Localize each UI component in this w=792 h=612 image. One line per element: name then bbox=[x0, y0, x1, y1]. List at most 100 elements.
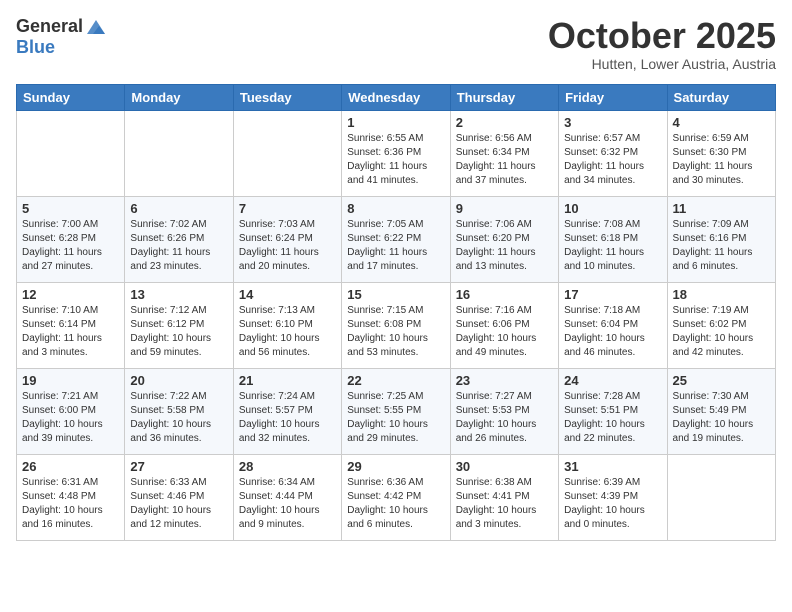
day-info: Sunrise: 7:05 AM Sunset: 6:22 PM Dayligh… bbox=[347, 218, 444, 274]
day-info: Sunrise: 7:27 AM Sunset: 5:53 PM Dayligh… bbox=[456, 390, 553, 446]
calendar-cell: 21Sunrise: 7:24 AM Sunset: 5:57 PM Dayli… bbox=[233, 368, 341, 454]
calendar-cell: 29 Sunrise: 6:36 AM Sunset: 4:42 PM Dayli… bbox=[342, 454, 450, 540]
calendar-cell: 9Sunrise: 7:06 AM Sunset: 6:20 PM Daylig… bbox=[450, 196, 558, 282]
calendar-cell: 17 Sunrise: 7:18 AM Sunset: 6:04 PM Dayli… bbox=[559, 282, 667, 368]
day-info: Sunrise: 7:16 AM Sunset: 6:06 PM Dayligh… bbox=[456, 304, 553, 360]
day-number: 7 bbox=[239, 201, 336, 216]
logo-general-text: General bbox=[16, 17, 83, 37]
day-info: Sunrise: 7:09 AM Sunset: 6:16 PM Dayligh… bbox=[673, 218, 770, 274]
calendar-cell: 8 Sunrise: 7:05 AM Sunset: 6:22 PM Daylig… bbox=[342, 196, 450, 282]
day-number: 13 bbox=[130, 287, 227, 302]
day-info: Sunrise: 6:38 AM Sunset: 4:41 PM Dayligh… bbox=[456, 476, 553, 532]
day-number: 12 bbox=[22, 287, 119, 302]
day-number: 17 bbox=[564, 287, 661, 302]
calendar-cell: 12 Sunrise: 7:10 AM Sunset: 6:14 PM Dayli… bbox=[17, 282, 125, 368]
calendar-cell: 16 Sunrise: 7:16 AM Sunset: 6:06 PM Dayli… bbox=[450, 282, 558, 368]
calendar-cell: 2 Sunrise: 6:56 AM Sunset: 6:34 PM Daylig… bbox=[450, 110, 558, 196]
calendar-cell: 1 Sunrise: 6:55 AM Sunset: 6:36 PM Daylig… bbox=[342, 110, 450, 196]
calendar-cell: 26 Sunrise: 6:31 AM Sunset: 4:48 PM Dayli… bbox=[17, 454, 125, 540]
day-number: 30 bbox=[456, 459, 553, 474]
day-info: Sunrise: 6:36 AM Sunset: 4:42 PM Dayligh… bbox=[347, 476, 444, 532]
day-number: 5 bbox=[22, 201, 119, 216]
day-info: Sunrise: 6:33 AM Sunset: 4:46 PM Dayligh… bbox=[130, 476, 227, 532]
day-info: Sunrise: 7:00 AM Sunset: 6:28 PM Dayligh… bbox=[22, 218, 119, 274]
day-info: Sunrise: 7:12 AM Sunset: 6:12 PM Dayligh… bbox=[130, 304, 227, 360]
day-info: Sunrise: 7:03 AM Sunset: 6:24 PM Dayligh… bbox=[239, 218, 336, 274]
day-number: 2 bbox=[456, 115, 553, 130]
day-info: Sunrise: 7:06 AM Sunset: 6:20 PM Dayligh… bbox=[456, 218, 553, 274]
calendar-cell: 15 Sunrise: 7:15 AM Sunset: 6:08 PM Dayli… bbox=[342, 282, 450, 368]
day-info: Sunrise: 7:15 AM Sunset: 6:08 PM Dayligh… bbox=[347, 304, 444, 360]
logo-blue-text: Blue bbox=[16, 38, 107, 58]
day-info: Sunrise: 7:13 AM Sunset: 6:10 PM Dayligh… bbox=[239, 304, 336, 360]
calendar-cell: 22 Sunrise: 7:25 AM Sunset: 5:55 PM Dayli… bbox=[342, 368, 450, 454]
day-number: 8 bbox=[347, 201, 444, 216]
col-header-monday: Monday bbox=[125, 84, 233, 110]
calendar-cell bbox=[125, 110, 233, 196]
day-info: Sunrise: 7:18 AM Sunset: 6:04 PM Dayligh… bbox=[564, 304, 661, 360]
day-number: 27 bbox=[130, 459, 227, 474]
day-info: Sunrise: 7:02 AM Sunset: 6:26 PM Dayligh… bbox=[130, 218, 227, 274]
month-title: October 2025 bbox=[548, 16, 776, 56]
day-number: 18 bbox=[673, 287, 770, 302]
day-info: Sunrise: 6:56 AM Sunset: 6:34 PM Dayligh… bbox=[456, 132, 553, 188]
day-number: 10 bbox=[564, 201, 661, 216]
calendar-header-row: SundayMondayTuesdayWednesdayThursdayFrid… bbox=[17, 84, 776, 110]
day-number: 29 bbox=[347, 459, 444, 474]
col-header-friday: Friday bbox=[559, 84, 667, 110]
day-number: 24 bbox=[564, 373, 661, 388]
calendar-week-row: 12 Sunrise: 7:10 AM Sunset: 6:14 PM Dayli… bbox=[17, 282, 776, 368]
calendar-cell: 5 Sunrise: 7:00 AM Sunset: 6:28 PM Daylig… bbox=[17, 196, 125, 282]
day-number: 19 bbox=[22, 373, 119, 388]
day-info: Sunrise: 6:59 AM Sunset: 6:30 PM Dayligh… bbox=[673, 132, 770, 188]
day-info: Sunrise: 7:28 AM Sunset: 5:51 PM Dayligh… bbox=[564, 390, 661, 446]
calendar-table: SundayMondayTuesdayWednesdayThursdayFrid… bbox=[16, 84, 776, 541]
calendar-cell: 3 Sunrise: 6:57 AM Sunset: 6:32 PM Daylig… bbox=[559, 110, 667, 196]
day-info: Sunrise: 6:55 AM Sunset: 6:36 PM Dayligh… bbox=[347, 132, 444, 188]
day-info: Sunrise: 7:30 AM Sunset: 5:49 PM Dayligh… bbox=[673, 390, 770, 446]
calendar-cell: 18 Sunrise: 7:19 AM Sunset: 6:02 PM Dayli… bbox=[667, 282, 775, 368]
col-header-thursday: Thursday bbox=[450, 84, 558, 110]
calendar-cell: 25 Sunrise: 7:30 AM Sunset: 5:49 PM Dayli… bbox=[667, 368, 775, 454]
day-info: Sunrise: 7:25 AM Sunset: 5:55 PM Dayligh… bbox=[347, 390, 444, 446]
day-number: 21 bbox=[239, 373, 336, 388]
calendar-cell bbox=[233, 110, 341, 196]
day-number: 11 bbox=[673, 201, 770, 216]
day-number: 1 bbox=[347, 115, 444, 130]
day-info: Sunrise: 6:39 AM Sunset: 4:39 PM Dayligh… bbox=[564, 476, 661, 532]
location-text: Hutten, Lower Austria, Austria bbox=[548, 56, 776, 72]
calendar-cell: 27 Sunrise: 6:33 AM Sunset: 4:46 PM Dayli… bbox=[125, 454, 233, 540]
calendar-week-row: 26 Sunrise: 6:31 AM Sunset: 4:48 PM Dayli… bbox=[17, 454, 776, 540]
calendar-cell: 13 Sunrise: 7:12 AM Sunset: 6:12 PM Dayli… bbox=[125, 282, 233, 368]
day-info: Sunrise: 7:08 AM Sunset: 6:18 PM Dayligh… bbox=[564, 218, 661, 274]
col-header-saturday: Saturday bbox=[667, 84, 775, 110]
day-info: Sunrise: 6:34 AM Sunset: 4:44 PM Dayligh… bbox=[239, 476, 336, 532]
calendar-cell: 20 Sunrise: 7:22 AM Sunset: 5:58 PM Dayli… bbox=[125, 368, 233, 454]
calendar-cell: 11 Sunrise: 7:09 AM Sunset: 6:16 PM Dayli… bbox=[667, 196, 775, 282]
calendar-cell: 14 Sunrise: 7:13 AM Sunset: 6:10 PM Dayli… bbox=[233, 282, 341, 368]
calendar-cell: 10 Sunrise: 7:08 AM Sunset: 6:18 PM Dayli… bbox=[559, 196, 667, 282]
calendar-cell bbox=[667, 454, 775, 540]
day-number: 25 bbox=[673, 373, 770, 388]
day-number: 14 bbox=[239, 287, 336, 302]
calendar-cell: 4Sunrise: 6:59 AM Sunset: 6:30 PM Daylig… bbox=[667, 110, 775, 196]
day-number: 20 bbox=[130, 373, 227, 388]
calendar-cell: 31 Sunrise: 6:39 AM Sunset: 4:39 PM Dayli… bbox=[559, 454, 667, 540]
day-number: 26 bbox=[22, 459, 119, 474]
page-header: General Blue October 2025 Hutten, Lower … bbox=[16, 16, 776, 72]
day-info: Sunrise: 6:31 AM Sunset: 4:48 PM Dayligh… bbox=[22, 476, 119, 532]
day-info: Sunrise: 7:10 AM Sunset: 6:14 PM Dayligh… bbox=[22, 304, 119, 360]
calendar-cell: 23Sunrise: 7:27 AM Sunset: 5:53 PM Dayli… bbox=[450, 368, 558, 454]
calendar-cell: 19Sunrise: 7:21 AM Sunset: 6:00 PM Dayli… bbox=[17, 368, 125, 454]
day-info: Sunrise: 6:57 AM Sunset: 6:32 PM Dayligh… bbox=[564, 132, 661, 188]
day-number: 22 bbox=[347, 373, 444, 388]
day-number: 16 bbox=[456, 287, 553, 302]
day-info: Sunrise: 7:19 AM Sunset: 6:02 PM Dayligh… bbox=[673, 304, 770, 360]
day-number: 3 bbox=[564, 115, 661, 130]
day-number: 15 bbox=[347, 287, 444, 302]
calendar-cell bbox=[17, 110, 125, 196]
day-info: Sunrise: 7:22 AM Sunset: 5:58 PM Dayligh… bbox=[130, 390, 227, 446]
calendar-cell: 7 Sunrise: 7:03 AM Sunset: 6:24 PM Daylig… bbox=[233, 196, 341, 282]
col-header-wednesday: Wednesday bbox=[342, 84, 450, 110]
day-number: 31 bbox=[564, 459, 661, 474]
